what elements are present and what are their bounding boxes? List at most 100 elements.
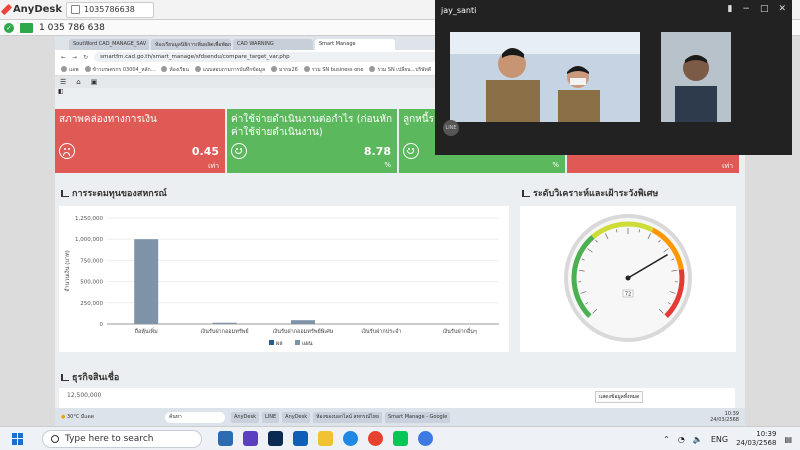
remote-search[interactable]: ค้นหา — [165, 411, 225, 423]
notification-icon[interactable]: ▤ — [784, 435, 792, 444]
back-icon[interactable]: ← — [61, 54, 66, 61]
credit-panel-title: ธุรกิจสินเชื่อ — [72, 373, 120, 383]
remote-app[interactable]: Smart Manage - Google — [384, 411, 451, 423]
anydesk-session-tab[interactable]: 1035786638 — [66, 1, 154, 18]
bookmark[interactable]: ข้าวเกษตรกร 03004_หลัก... — [84, 66, 155, 74]
sun-icon: ● — [61, 414, 66, 420]
language-indicator[interactable]: ENG — [711, 435, 728, 444]
volume-icon[interactable]: 🔈 — [693, 435, 703, 444]
risk-panel-title: ระดับวิเคราะห์และเฝ้าระวังพิเศษ — [533, 189, 659, 199]
forward-icon[interactable]: → — [72, 54, 77, 61]
bar-chart-icon — [61, 189, 69, 197]
capital-bar-chart: 0 250,000 500,000 750,000 1,000,000 1,250,000… — [64, 216, 499, 347]
happy-face-icon — [231, 143, 247, 159]
bookmark[interactable]: รวม SN business one — [303, 66, 363, 74]
remote-participants-video — [450, 32, 640, 122]
y-tick-label: 750,000 — [80, 258, 103, 264]
legend-swatch — [269, 340, 274, 345]
remote-taskbar-apps: AnyDesk LINE AnyDesk ห้องของบอกไลน์ สหกร… — [231, 411, 451, 423]
browser-tab-active[interactable]: Smart Manage — [315, 39, 395, 50]
risk-gauge: 72 — [564, 214, 692, 342]
gauge-value-label: 72 — [625, 292, 631, 298]
kpi-card-expense-ratio[interactable]: ค่าใช้จ่ายดำเนินงานต่อกำไร (ก่อนหักค่าใช… — [227, 109, 397, 173]
bar-chart-icon — [522, 189, 530, 197]
browser-tab[interactable]: CAD WARNING — [233, 39, 313, 50]
display-icon[interactable] — [20, 22, 33, 33]
menu-icon[interactable]: ☰ — [60, 78, 66, 86]
photoshop-icon[interactable] — [268, 431, 283, 446]
legend-swatch — [295, 340, 300, 345]
video-call-window[interactable]: jay_santi ▮ − □ ✕ LINE — [435, 0, 792, 155]
chevron-up-icon[interactable]: ⌃ — [663, 435, 670, 444]
system-tray: ⌃ ◔ 🔈 ENG 10:39 24/03/2568 ▤ — [663, 430, 792, 448]
bookmark[interactable]: ห้องเรียน — [161, 66, 189, 74]
windows-start-icon[interactable] — [12, 432, 24, 445]
happy-face-icon — [403, 143, 419, 159]
remote-clock[interactable]: 10:39 24/03/2568 — [710, 411, 739, 423]
dashboard-icon[interactable]: ◧ — [58, 88, 64, 95]
remote-app[interactable]: ห้องของบอกไลน์ สหกรณ์ไทย — [313, 411, 382, 423]
anydesk-logo: AnyDesk — [0, 3, 62, 16]
bar — [212, 322, 237, 324]
weather-temp: 30°C — [66, 414, 80, 420]
remote-weather[interactable]: ● 30°C มีแดด — [55, 413, 165, 421]
close-icon[interactable]: ✕ — [778, 4, 786, 14]
browser-tab[interactable]: SoutWord CAD_MANAGE_SAV — [69, 39, 149, 50]
bar-chart-icon — [61, 373, 69, 381]
pin-icon[interactable]: ▮ — [727, 4, 732, 14]
session-tab-id: 1035786638 — [84, 5, 135, 14]
kpi-unit: % — [384, 161, 391, 169]
taskbar-search[interactable]: Type here to search — [42, 429, 202, 448]
y-tick-label: 0 — [100, 322, 104, 328]
address-bar[interactable]: smartfm.cad.go.th/smart_manage/sfdsendu/… — [94, 52, 465, 62]
check-icon: ✓ — [4, 22, 14, 33]
grid-icon[interactable]: ▣ — [91, 78, 98, 86]
kpi-value: 0.45 — [191, 145, 219, 158]
maximize-icon[interactable]: □ — [760, 4, 769, 14]
kpi-title: ค่าใช้จ่ายดำเนินงานต่อกำไร (ก่อนหักค่าใช… — [231, 114, 393, 138]
monitor-icon — [71, 5, 80, 14]
network-icon[interactable]: ◔ — [678, 435, 685, 444]
line-app-icon: LINE — [443, 120, 459, 136]
home-icon[interactable]: ⌂ — [76, 78, 80, 86]
y-axis-label: จำนวนเงิน (บาท) — [64, 250, 71, 292]
kpi-unit: เท่า — [722, 162, 733, 170]
credit-panel: 12,500,000 แสดงข้อมูลทั้งหมด — [59, 388, 735, 408]
minimize-icon[interactable]: − — [742, 4, 750, 14]
video-call-controls: ▮ − □ ✕ — [727, 4, 786, 14]
capital-panel-title: การระดมทุนของสหกรณ์ — [72, 189, 167, 199]
remote-app[interactable]: AnyDesk — [282, 411, 311, 423]
show-all-button[interactable]: แสดงข้อมูลทั้งหมด — [595, 391, 644, 403]
kpi-card-liquidity[interactable]: สภาพคล่องทางการเงิน 0.45 เท่า — [55, 109, 225, 173]
x-tick-label: เงินรับฝากออมทรัพย์พิเศษ — [273, 328, 334, 335]
copilot-icon[interactable] — [243, 431, 258, 446]
taskbar-search-placeholder: Type here to search — [65, 433, 154, 444]
browser-tab[interactable]: ห้องเรียนมูลนิธิการเพิ่มผลิตเพื่อพัฒนา — [151, 39, 231, 50]
x-tick-label: ถือหุ้นเพิ่ม — [135, 327, 159, 335]
chrome-icon[interactable] — [368, 431, 383, 446]
bookmark[interactable]: แอพ — [61, 66, 79, 74]
capital-panel-header: การระดมทุนของสหกรณ์ — [61, 186, 167, 200]
outlook-icon[interactable] — [293, 431, 308, 446]
bookmark[interactable]: แบบสอบถามการบันทึกข้อมูล — [194, 66, 265, 74]
line-icon[interactable] — [393, 431, 408, 446]
file-explorer-icon[interactable] — [318, 431, 333, 446]
bar — [134, 239, 159, 324]
bookmark[interactable]: มากม26 — [271, 66, 298, 74]
remote-app[interactable]: LINE — [261, 411, 280, 423]
capital-panel: 0 250,000 500,000 750,000 1,000,000 1,250,000… — [59, 206, 509, 352]
weather-text: มีแดด — [80, 414, 94, 420]
risk-panel-header: ระดับวิเคราะห์และเฝ้าระวังพิเศษ — [522, 186, 658, 200]
kpi-value: 8.78 — [363, 145, 391, 158]
clock-time: 10:39 — [756, 430, 777, 438]
clock[interactable]: 10:39 24/03/2568 — [736, 430, 776, 448]
edge-icon[interactable] — [343, 431, 358, 446]
task-view-icon[interactable] — [218, 431, 233, 446]
browser-icon[interactable] — [418, 431, 433, 446]
reload-icon[interactable]: ↻ — [83, 54, 88, 61]
kpi-title: สภาพคล่องทางการเงิน — [59, 114, 157, 125]
bookmark[interactable]: รวม SN เปลี่ยน...บริษัทดี — [369, 66, 431, 74]
legend-label: แผน — [302, 341, 313, 347]
risk-panel: 72 — [520, 206, 736, 352]
remote-app[interactable]: AnyDesk — [231, 411, 259, 423]
